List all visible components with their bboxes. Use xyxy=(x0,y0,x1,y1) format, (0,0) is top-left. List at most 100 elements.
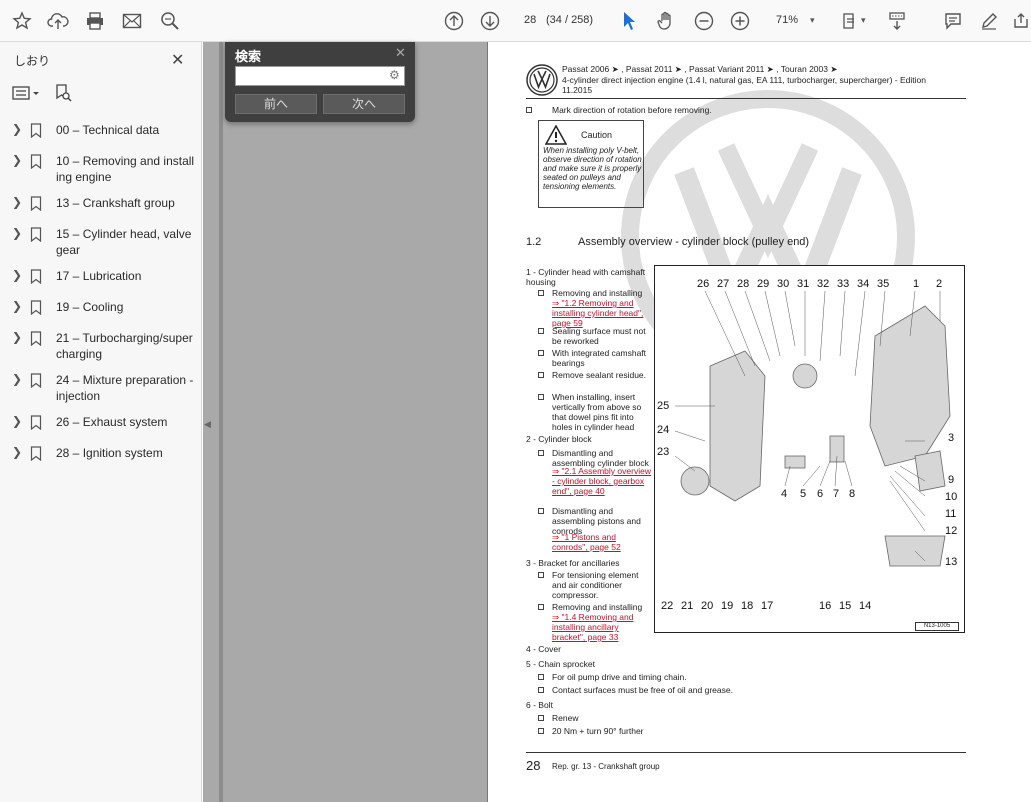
next-result-button[interactable]: 次へ xyxy=(323,94,405,114)
find-bookmark-icon[interactable] xyxy=(54,83,72,108)
search-panel: 検索 ✕ ⚙ 前へ 次へ xyxy=(225,42,415,122)
zoom-in-icon[interactable] xyxy=(727,0,753,42)
bookmark-label[interactable]: 00 – Technical data xyxy=(56,122,196,138)
scroll-mode-icon[interactable] xyxy=(883,0,911,42)
bookmark-label[interactable]: 15 – Cylinder head, valve gear xyxy=(56,226,196,258)
cross-reference-link[interactable]: ⇒ "2.1 Assembly overview - cylinder bloc… xyxy=(552,466,652,496)
chevron-right-icon[interactable]: ❯ xyxy=(12,445,24,459)
cross-reference-link[interactable]: ⇒ "1.2 Removing and installing cylinder … xyxy=(552,298,652,328)
checkbox-bullet xyxy=(538,372,544,378)
previous-page-icon[interactable] xyxy=(440,0,468,42)
item-text: Sealing surface must not be reworked xyxy=(552,326,646,346)
chevron-right-icon[interactable]: ❯ xyxy=(12,372,24,386)
page-fit-dropdown-icon[interactable]: ▾ xyxy=(861,15,866,26)
mail-icon[interactable] xyxy=(118,0,146,42)
bookmark-label[interactable]: 13 – Crankshaft group xyxy=(56,195,196,211)
checkbox-bullet xyxy=(538,572,544,578)
checkbox-bullet xyxy=(526,107,532,113)
zoom-level[interactable]: 71% xyxy=(776,14,798,26)
cross-reference-link[interactable]: ⇒ "1.4 Removing and installing ancillary… xyxy=(552,612,652,642)
bookmark-item[interactable]: ❯ 00 – Technical data xyxy=(0,122,202,143)
bookmark-label[interactable]: 21 – Turbocharging/supercharging xyxy=(56,330,196,362)
page-number-input[interactable]: 28 xyxy=(524,14,536,26)
panel-splitter[interactable] xyxy=(219,42,223,802)
search-zoom-icon[interactable] xyxy=(156,0,184,42)
item-text: With integrated camshaft bearings xyxy=(552,348,647,368)
options-icon[interactable] xyxy=(12,85,40,106)
cross-reference-link[interactable]: ⇒ "1 Pistons and conrods", page 52 xyxy=(552,532,652,552)
toolbar: 28 (34 / 258) 71% ▾ ▾ xyxy=(0,0,1031,42)
checkbox-bullet xyxy=(538,687,544,693)
item-text: 20 Nm + turn 90° further xyxy=(552,726,644,736)
callout-label: 33 xyxy=(837,278,850,290)
bookmark-item[interactable]: ❯ 19 – Cooling xyxy=(0,299,202,320)
search-input[interactable] xyxy=(235,66,405,86)
document-header: Passat 2006 ➤ , Passat 2011 ➤ , Passat V… xyxy=(562,64,962,96)
pen-icon[interactable] xyxy=(976,0,1002,42)
callout-label: 23 xyxy=(657,446,670,458)
checkbox-bullet xyxy=(538,715,544,721)
printer-icon[interactable] xyxy=(81,0,109,42)
gear-icon[interactable]: ⚙ xyxy=(389,68,400,82)
bookmark-icon xyxy=(30,196,46,216)
checkbox-bullet xyxy=(538,394,544,400)
chevron-right-icon[interactable]: ❯ xyxy=(12,268,24,282)
bookmark-item[interactable]: ❯ 24 – Mixture preparation - injection xyxy=(0,372,202,404)
callout-label: 6 xyxy=(817,488,824,500)
bookmark-item[interactable]: ❯ 28 – Ignition system xyxy=(0,445,202,466)
bookmark-label[interactable]: 28 – Ignition system xyxy=(56,445,196,461)
zoom-out-icon[interactable] xyxy=(691,0,717,42)
upload-cloud-icon[interactable] xyxy=(44,0,72,42)
part-heading: 6 - Bolt xyxy=(526,700,553,710)
bookmark-icon xyxy=(30,415,46,435)
chevron-right-icon[interactable]: ❯ xyxy=(12,195,24,209)
chevron-right-icon[interactable]: ❯ xyxy=(12,153,24,167)
zoom-dropdown-icon[interactable]: ▾ xyxy=(810,15,815,26)
star-icon[interactable] xyxy=(8,0,36,42)
checkbox-bullet xyxy=(538,290,544,296)
checkbox-bullet xyxy=(538,604,544,610)
bookmark-icon xyxy=(30,300,46,320)
chevron-right-icon[interactable]: ❯ xyxy=(12,299,24,313)
part-heading: 1 - Cylinder head with camshaft housing xyxy=(526,267,646,287)
close-icon[interactable]: ✕ xyxy=(171,50,184,70)
callout-label: 16 xyxy=(819,600,832,612)
page-fit-icon[interactable] xyxy=(838,0,862,42)
bookmark-label[interactable]: 26 – Exhaust system xyxy=(56,414,196,430)
bookmark-item[interactable]: ❯ 17 – Lubrication xyxy=(0,268,202,289)
comment-icon[interactable] xyxy=(940,0,966,42)
header-line: 4-cylinder direct injection engine (1.4 … xyxy=(562,74,926,85)
caution-title: Caution xyxy=(581,130,613,140)
bookmark-item[interactable]: ❯ 15 – Cylinder head, valve gear xyxy=(0,226,202,258)
bookmark-item[interactable]: ❯ 26 – Exhaust system xyxy=(0,414,202,435)
bookmark-label[interactable]: 10 – Removing and installing engine xyxy=(56,153,196,185)
chevron-right-icon[interactable]: ❯ xyxy=(12,414,24,428)
part-heading: 5 - Chain sprocket xyxy=(526,659,595,669)
chevron-right-icon[interactable]: ❯ xyxy=(12,226,24,240)
callout-label: 17 xyxy=(761,600,774,612)
share-icon[interactable] xyxy=(1010,0,1031,42)
callout-label: 34 xyxy=(857,278,870,290)
bookmark-label[interactable]: 19 – Cooling xyxy=(56,299,196,315)
next-page-icon[interactable] xyxy=(476,0,504,42)
bookmark-item[interactable]: ❯ 13 – Crankshaft group xyxy=(0,195,202,216)
item-text: Removing and installing xyxy=(552,602,643,612)
collapse-panel-icon[interactable]: ◀ xyxy=(204,419,211,430)
bookmark-label[interactable]: 17 – Lubrication xyxy=(56,268,196,284)
divider xyxy=(526,98,966,99)
chevron-right-icon[interactable]: ❯ xyxy=(12,330,24,344)
divider xyxy=(526,752,966,753)
checkbox-bullet xyxy=(538,350,544,356)
bookmark-icon xyxy=(30,123,46,143)
bookmark-item[interactable]: ❯ 21 – Turbocharging/supercharging xyxy=(0,330,202,362)
select-cursor-icon[interactable] xyxy=(616,0,642,42)
checkbox-bullet xyxy=(538,728,544,734)
bookmark-label[interactable]: 24 – Mixture preparation - injection xyxy=(56,372,196,404)
chevron-right-icon[interactable]: ❯ xyxy=(12,122,24,136)
previous-result-button[interactable]: 前へ xyxy=(235,94,317,114)
hand-tool-icon[interactable] xyxy=(652,0,680,42)
bookmark-item[interactable]: ❯ 10 – Removing and installing engine xyxy=(0,153,202,185)
callout-label: 29 xyxy=(757,278,770,290)
callout-label: 27 xyxy=(717,278,730,290)
close-search-icon[interactable]: ✕ xyxy=(395,45,406,61)
